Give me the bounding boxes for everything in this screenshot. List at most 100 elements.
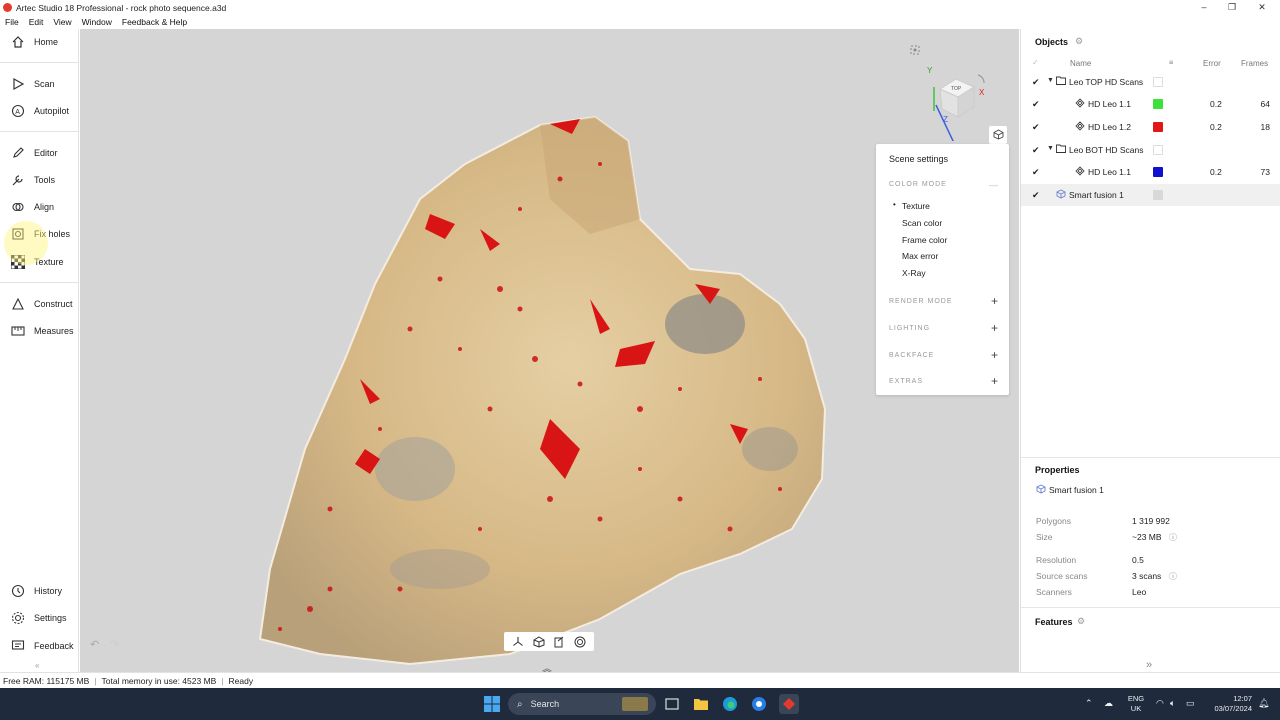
file-explorer-icon[interactable] bbox=[692, 695, 710, 713]
visibility-checkbox[interactable]: ✔ bbox=[1032, 167, 1040, 178]
windows-start-icon[interactable] bbox=[483, 695, 501, 713]
nav-texture[interactable]: Texture bbox=[0, 251, 79, 273]
fit-view-icon[interactable] bbox=[909, 44, 921, 56]
language-indicator[interactable]: ENG UK bbox=[1121, 694, 1151, 714]
menu-file[interactable]: File bbox=[5, 17, 19, 27]
expand-render-mode-icon[interactable]: + bbox=[991, 295, 998, 307]
nav-tools[interactable]: Tools bbox=[0, 169, 79, 191]
volume-icon[interactable]: 🔈︎ bbox=[1170, 698, 1175, 709]
artec-studio-icon[interactable] bbox=[779, 694, 799, 714]
features-settings-gear-icon[interactable]: ⚙ bbox=[1077, 616, 1085, 627]
undo-icon[interactable]: ↶ bbox=[90, 638, 99, 651]
redo-icon[interactable]: ↷ bbox=[110, 638, 119, 651]
color-mode-frame-color[interactable]: Frame color bbox=[902, 235, 947, 245]
color-mode-x-ray[interactable]: X-Ray bbox=[902, 268, 926, 278]
visibility-checkbox[interactable]: ✔ bbox=[1032, 99, 1040, 110]
menu-window[interactable]: Window bbox=[82, 17, 112, 27]
nav-autopilot[interactable]: A Autopilot bbox=[0, 100, 79, 122]
wifi-icon[interactable]: ◠ bbox=[1156, 698, 1164, 709]
object-row[interactable]: ✔ HD Leo 1.1 0.2 64 bbox=[1021, 93, 1280, 115]
expand-panel-icon[interactable]: » bbox=[1146, 659, 1152, 671]
visibility-checkbox[interactable]: ✔ bbox=[1032, 122, 1040, 133]
color-swatch[interactable] bbox=[1153, 190, 1163, 200]
column-frames[interactable]: Frames bbox=[1241, 59, 1268, 68]
menu-view[interactable]: View bbox=[53, 17, 71, 27]
view-cube[interactable]: TOP Y X Z bbox=[918, 61, 998, 144]
nav-measures[interactable]: Measures bbox=[0, 320, 79, 342]
object-row[interactable]: ✔ HD Leo 1.1 0.2 73 bbox=[1021, 161, 1280, 183]
object-row-selected[interactable]: ✔ Smart fusion 1 bbox=[1021, 184, 1280, 206]
3d-viewport[interactable]: TOP Y X Z Scene settings COLOR MODE — • … bbox=[80, 29, 1019, 672]
nav-fix-holes[interactable]: Fix holes bbox=[0, 223, 79, 245]
collapse-nav-icon[interactable]: « bbox=[35, 661, 39, 670]
backface-header[interactable]: BACKFACE bbox=[889, 352, 934, 359]
menu-edit[interactable]: Edit bbox=[29, 17, 44, 27]
tray-chevron-icon[interactable]: ⌃ bbox=[1085, 698, 1093, 709]
nav-settings[interactable]: Settings bbox=[0, 607, 79, 629]
object-row-group[interactable]: ✔ ▼ Leo BOT HD Scans bbox=[1021, 139, 1280, 161]
nav-align-label: Align bbox=[34, 202, 55, 212]
taskbar-search[interactable]: ⌕ Search bbox=[508, 693, 656, 715]
collapse-triangle-icon[interactable]: ▼ bbox=[1047, 77, 1054, 84]
object-name: HD Leo 1.1 bbox=[1088, 167, 1131, 177]
chrome-browser-icon[interactable] bbox=[750, 695, 768, 713]
selected-dot-icon: • bbox=[893, 200, 896, 209]
nav-history[interactable]: History bbox=[0, 580, 79, 602]
notification-bell-icon[interactable]: 🔔︎ bbox=[1258, 698, 1269, 709]
collapse-triangle-icon[interactable]: ▼ bbox=[1047, 145, 1054, 152]
nav-construct[interactable]: Construct bbox=[0, 293, 79, 315]
color-mode-scan-color[interactable]: Scan color bbox=[902, 218, 942, 228]
mesh-view-icon[interactable] bbox=[532, 635, 546, 649]
objects-settings-gear-icon[interactable]: ⚙ bbox=[1075, 36, 1083, 47]
visibility-checkbox[interactable]: ✔ bbox=[1032, 145, 1040, 156]
onedrive-icon[interactable]: ☁ bbox=[1104, 698, 1113, 709]
nav-fix-holes-label: Fix holes bbox=[34, 229, 71, 239]
visibility-checkbox[interactable]: ✔ bbox=[1032, 77, 1040, 88]
battery-icon[interactable]: ▭ bbox=[1186, 698, 1195, 709]
close-button[interactable]: ✕ bbox=[1246, 0, 1278, 15]
visibility-checkbox[interactable]: ✔ bbox=[1032, 190, 1040, 201]
nav-feedback[interactable]: Feedback bbox=[0, 635, 79, 657]
search-icon: ⌕ bbox=[517, 698, 523, 710]
edge-browser-icon[interactable] bbox=[721, 695, 739, 713]
nav-home[interactable]: Home bbox=[0, 31, 79, 53]
menu-feedback-help[interactable]: Feedback & Help bbox=[122, 17, 187, 27]
nav-align[interactable]: Align bbox=[0, 196, 79, 218]
color-mode-texture[interactable]: Texture bbox=[902, 201, 930, 211]
expand-extras-icon[interactable]: + bbox=[991, 375, 998, 387]
pivot-icon[interactable] bbox=[511, 635, 525, 649]
collapse-icon[interactable]: — bbox=[989, 180, 998, 190]
color-swatch bbox=[1153, 145, 1163, 155]
object-row[interactable]: ✔ HD Leo 1.2 0.2 18 bbox=[1021, 116, 1280, 138]
properties-object-name: Smart fusion 1 bbox=[1049, 485, 1104, 495]
edit-object-icon[interactable] bbox=[552, 635, 566, 649]
object-error: 0.2 bbox=[1210, 99, 1222, 109]
color-swatch[interactable] bbox=[1153, 122, 1163, 132]
color-swatch[interactable] bbox=[1153, 99, 1163, 109]
nav-scan[interactable]: Scan bbox=[0, 73, 79, 95]
expand-backface-icon[interactable]: + bbox=[991, 349, 998, 361]
expand-lighting-icon[interactable]: + bbox=[991, 322, 998, 334]
extras-header[interactable]: EXTRAS bbox=[889, 378, 923, 385]
scene-settings-button[interactable] bbox=[989, 126, 1007, 144]
lock-icon[interactable]: 🔒︎ bbox=[1169, 57, 1173, 67]
system-clock[interactable]: 12:07 03/07/2024 bbox=[1200, 694, 1252, 714]
info-icon[interactable]: ⓘ bbox=[1169, 571, 1177, 582]
column-name[interactable]: Name bbox=[1070, 59, 1091, 68]
object-row-group[interactable]: ✔ ▼ Leo TOP HD Scans bbox=[1021, 71, 1280, 93]
column-error[interactable]: Error bbox=[1203, 59, 1221, 68]
color-mode-max-error[interactable]: Max error bbox=[902, 251, 938, 261]
nav-editor[interactable]: Editor bbox=[0, 142, 79, 164]
info-icon[interactable]: ⓘ bbox=[1169, 532, 1177, 543]
task-view-icon[interactable] bbox=[663, 695, 681, 713]
maximize-button[interactable]: ❐ bbox=[1216, 0, 1248, 15]
texture-mode-icon[interactable] bbox=[573, 635, 587, 649]
render-mode-header[interactable]: RENDER MODE bbox=[889, 298, 953, 305]
expand-up-icon[interactable]: ︽ bbox=[542, 660, 552, 672]
color-mode-header[interactable]: COLOR MODE bbox=[889, 181, 947, 188]
select-all-checkbox[interactable]: ✓ bbox=[1032, 58, 1039, 67]
color-swatch[interactable] bbox=[1153, 167, 1163, 177]
lighting-header[interactable]: LIGHTING bbox=[889, 325, 930, 332]
nav-editor-label: Editor bbox=[34, 148, 58, 158]
features-title: Features bbox=[1035, 617, 1073, 627]
